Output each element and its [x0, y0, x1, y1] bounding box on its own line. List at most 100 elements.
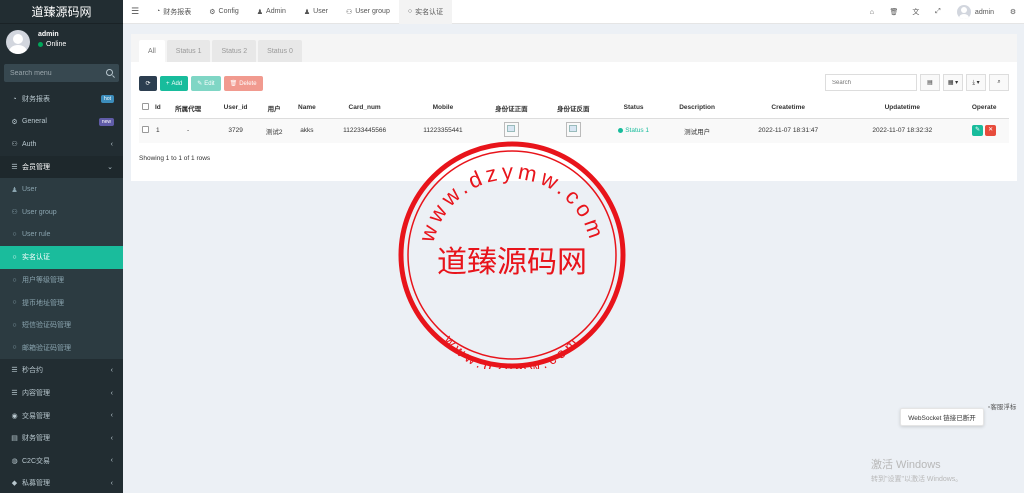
brand-logo[interactable]: 道臻源码网 [0, 0, 123, 24]
user-icon: ♟ [256, 8, 264, 16]
table-search-input[interactable] [825, 74, 917, 91]
export-button[interactable]: ⤓ ▾ [966, 74, 986, 91]
search-icon[interactable] [106, 69, 113, 76]
sidebar-item-label: User group [22, 208, 57, 216]
status-tab-3[interactable]: Status 0 [258, 40, 302, 62]
column-header[interactable]: Description [663, 98, 732, 119]
sidebar-item-3[interactable]: ☰ 会员管理 ⌄ [0, 155, 123, 179]
column-header[interactable]: Name [290, 98, 324, 119]
checkbox[interactable] [142, 103, 150, 111]
table-row[interactable]: 1-3729 测试2 akks 112233445566 11223355441 Stat… [139, 118, 1009, 143]
column-header[interactable]: Createtime [731, 98, 846, 119]
dashboard-icon: ◔ [12, 95, 17, 103]
delete-button[interactable]: 🗑 Delete [223, 76, 263, 91]
column-header[interactable]: Updatetime [845, 98, 960, 119]
export-icon: ⤓ ▾ [972, 79, 980, 86]
sidebar-item-16[interactable]: ◍ C2C交易 ‹ [0, 450, 123, 473]
status-label: Status 1 [625, 126, 650, 134]
trash-icon[interactable]: 🗑 [883, 8, 905, 16]
sidebar-item-0[interactable]: ◔ 财务报表 hot [0, 88, 123, 111]
header-select-all[interactable] [139, 98, 153, 119]
column-header[interactable]: User_id [212, 98, 259, 119]
column-header[interactable]: 身份证正面 [480, 98, 543, 119]
add-button[interactable]: + Add [160, 76, 189, 91]
advanced-search-button[interactable]: ⌕ [989, 74, 1009, 91]
sidebar-item-17[interactable]: ◆ 私募管理 ‹ [0, 472, 123, 493]
windows-activation: 激活 Windows 转到"设置"以激活 Windows。 [871, 456, 962, 484]
sidebar-item-14[interactable]: ◉ 交易管理 ‹ [0, 404, 123, 427]
circle-icon: ○ [12, 253, 17, 261]
nav-tab-1[interactable]: ⚙ Config [200, 0, 248, 24]
sidebar-item-label: Auth [22, 140, 37, 148]
sidebar-item-1[interactable]: ⚙ General new [0, 111, 123, 134]
status-badge[interactable]: Status 1 [618, 127, 649, 134]
refresh-icon: ⟳ [145, 81, 151, 87]
eye-icon: ◉ [11, 412, 18, 420]
users-icon: ⚇ [345, 8, 353, 16]
sidebar-item-7[interactable]: ○ 实名认证 [0, 246, 123, 269]
nav-tab-2[interactable]: ♟ Admin [248, 0, 295, 24]
nav-user-name: admin [974, 8, 994, 16]
cog-icon: ⚙ [209, 8, 216, 16]
sidebar-item-2[interactable]: ⚇ Auth ‹ [0, 133, 123, 156]
column-header[interactable]: Mobile [405, 98, 481, 119]
sidebar-item-15[interactable]: ▤ 财务管理 ‹ [0, 427, 123, 450]
nav-tab-3[interactable]: ♟ User [295, 0, 337, 24]
top-nav: ☰ ◔ 财务报表 ⚙ Config ♟ Admin ♟ User ⚇ User group ○ 实名认… [123, 0, 1024, 24]
websocket-notice: WebSocket 链接已断开 [900, 408, 984, 426]
column-header[interactable]: Operate [959, 98, 1009, 119]
sidebar-item-4[interactable]: ♟ User [0, 178, 123, 201]
broken-image-icon[interactable] [503, 122, 519, 138]
sidebar-item-12[interactable]: ☰ 秒合约 ‹ [0, 359, 123, 382]
user-name: admin [38, 31, 59, 38]
sidebar-item-8[interactable]: ○ 用户等级管理 [0, 268, 123, 292]
stamp-ring-top: www.dzymw.com [414, 159, 610, 246]
list-icon: ☰ [11, 390, 18, 398]
sidebar-item-label: 用户等级管理 [22, 277, 64, 285]
cogs-icon: ⚙ [11, 118, 18, 126]
sidebar-item-5[interactable]: ⚇ User group [0, 200, 123, 224]
refresh-button[interactable]: ⟳ [139, 76, 157, 91]
columns-button[interactable]: ▦ ▾ [943, 74, 963, 91]
circle-icon: ○ [12, 321, 17, 329]
checkbox[interactable] [142, 126, 150, 134]
sidebar-item-6[interactable]: ○ User rule [0, 223, 123, 247]
toggle-view-button[interactable]: ▤ [920, 74, 940, 91]
edit-button[interactable]: ✎ Edit [191, 76, 221, 91]
windows-activation-title: 激活 Windows [871, 459, 941, 471]
row-edit-button[interactable]: ✎ [972, 125, 984, 137]
column-header[interactable]: 用户 [258, 98, 290, 119]
sidebar-item-10[interactable]: ○ 短信验证码管理 [0, 313, 123, 337]
cell-createtime: 2022-11-07 18:31:47 [731, 118, 846, 143]
nav-tab-4[interactable]: ⚇ User group [337, 0, 399, 24]
row-select[interactable] [139, 118, 153, 143]
language-icon[interactable]: 文 [905, 7, 927, 17]
status-tab-2[interactable]: Status 2 [212, 40, 257, 62]
nav-tab-0[interactable]: ◔ 财务报表 [147, 0, 200, 24]
column-header[interactable]: 所属代理 [163, 98, 213, 119]
plus-icon: + [166, 80, 170, 87]
menu-search-input[interactable] [4, 64, 119, 82]
sidebar-item-11[interactable]: ○ 邮箱验证码管理 [0, 336, 123, 360]
nav-tab-5[interactable]: ○ 实名认证 [398, 0, 453, 24]
nav-user[interactable]: admin [949, 5, 1002, 19]
broken-image-icon[interactable] [565, 122, 581, 138]
customer-service-float[interactable]: ▫客服浮标 [988, 404, 1022, 412]
row-delete-button[interactable]: ✕ [985, 125, 997, 137]
sidebar-item-label: 财务报表 [22, 96, 50, 104]
column-header[interactable]: Status [604, 98, 664, 119]
sidebar-item-13[interactable]: ☰ 内容管理 ‹ [0, 382, 123, 405]
menu-toggle-icon[interactable]: ☰ [123, 6, 147, 17]
sidebar-item-9[interactable]: ○ 提币地址管理 [0, 291, 123, 314]
column-header[interactable]: Id [152, 98, 164, 119]
home-icon[interactable]: ⌂ [861, 9, 883, 16]
menu-badge: new [98, 117, 114, 126]
menu-badge: hot [101, 95, 114, 103]
status-tab-1[interactable]: Status 1 [166, 40, 211, 62]
column-header[interactable]: 身份证反面 [542, 98, 605, 119]
status-tab-0[interactable]: All [139, 40, 165, 62]
nav-tab-label: Admin [266, 8, 286, 15]
fullscreen-icon[interactable]: ⤢ [927, 8, 949, 16]
settings-icon[interactable]: ⚙ [1002, 8, 1024, 16]
column-header[interactable]: Card_num [323, 98, 406, 119]
